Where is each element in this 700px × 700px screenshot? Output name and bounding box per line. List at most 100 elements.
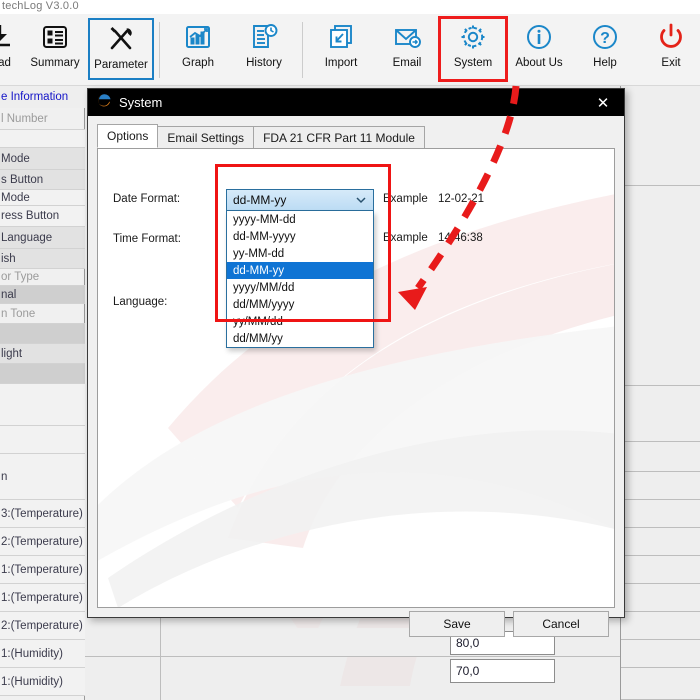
download-icon (0, 18, 15, 56)
grid-value-row[interactable] (621, 640, 700, 668)
toolbar-item-about-us[interactable]: About Us (506, 18, 572, 80)
grid-value-row[interactable] (621, 386, 700, 442)
grid-label-row[interactable]: 1:(Humidity) (0, 640, 85, 668)
grid-label-column: e Information l Number Mode s Button Mode res… (0, 86, 85, 700)
tab-email-settings[interactable]: Email Settings (157, 126, 255, 148)
label-time-example: Example (383, 232, 428, 244)
close-icon[interactable]: ✕ (582, 89, 624, 116)
toolbar-item-graph[interactable]: Graph (165, 18, 231, 80)
grid-label-row[interactable]: Language (0, 227, 85, 249)
grid-label-row[interactable]: 2:(Temperature) (0, 612, 85, 640)
tab-fda-module[interactable]: FDA 21 CFR Part 11 Module (253, 126, 425, 148)
grid-label-row[interactable]: s Button (0, 170, 85, 190)
toolbar-label-history: History (246, 57, 282, 69)
parameter-icon (106, 20, 136, 58)
option-dd-MM-yyyy[interactable]: dd-MM-yyyy (227, 228, 373, 245)
date-format-combobox[interactable]: dd-MM-yy (226, 189, 374, 211)
toolbar-label-about-us: About Us (515, 57, 563, 69)
dialog-title: System (119, 95, 163, 110)
grid-label-row[interactable]: ish (0, 249, 85, 269)
grid-label-row[interactable] (0, 364, 85, 384)
history-icon (249, 18, 279, 56)
grid-label-row[interactable] (0, 324, 85, 344)
label-time-format: Time Format: (113, 233, 181, 245)
option-yy-MM-dd[interactable]: yy-MM-dd (227, 245, 373, 262)
toolbar-label-email: Email (392, 57, 422, 69)
toolbar-item-import[interactable]: Import (308, 18, 374, 80)
option-yy-slash-MM-dd[interactable]: yy/MM/dd (227, 313, 373, 330)
grid-label-row[interactable] (0, 426, 85, 454)
power-icon (656, 18, 686, 56)
app-title: techLog V3.0.0 (2, 0, 79, 12)
dialog-body: Options Email Settings FDA 21 CFR Part 1… (88, 116, 624, 637)
cancel-button[interactable]: Cancel (513, 611, 609, 637)
grid-cell-divider (160, 606, 161, 700)
toolbar-item-email[interactable]: Email (374, 18, 440, 80)
toolbar-label-graph: Graph (182, 57, 214, 69)
tab-options[interactable]: Options (97, 124, 159, 148)
label-language: Language: (113, 296, 168, 308)
grid-label-row[interactable]: 3:(Temperature) (0, 500, 85, 528)
grid-value-row[interactable] (621, 612, 700, 640)
summary-icon (40, 18, 70, 56)
label-date-example: Example (383, 193, 428, 205)
option-yyyy-MM-dd[interactable]: yyyy-MM-dd (227, 211, 373, 228)
grid-value-row[interactable] (621, 442, 700, 472)
grid-label-row[interactable]: nal (0, 286, 85, 304)
grid-label-row[interactable]: e Information (0, 86, 85, 108)
grid-value-row[interactable] (621, 500, 700, 528)
grid-label-row[interactable] (0, 130, 85, 148)
option-dd-MM-yy[interactable]: dd-MM-yy (227, 262, 373, 279)
toolbar-item-system[interactable]: System (438, 16, 508, 82)
toolbar-item-download[interactable]: load (0, 18, 22, 80)
grid-label-row[interactable]: 1:(Temperature) (0, 556, 85, 584)
chevron-down-icon[interactable] (355, 194, 367, 206)
email-icon (392, 18, 422, 56)
grid-label-row[interactable] (0, 384, 85, 426)
toolbar-item-exit[interactable]: Exit (638, 18, 700, 80)
grid-value-row[interactable] (621, 472, 700, 500)
grid-label-row[interactable]: light (0, 344, 85, 364)
grid-value-row[interactable] (621, 584, 700, 612)
grid-label-row[interactable]: n Tone (0, 304, 85, 324)
value-date-example: 12-02-21 (438, 193, 485, 205)
grid-label-row[interactable]: or Type (0, 269, 85, 286)
date-format-combobox-value: dd-MM-yy (233, 193, 287, 207)
option-dd-slash-MM-yyyy[interactable]: dd/MM/yyyy (227, 296, 373, 313)
toolbar-label-help: Help (593, 57, 617, 69)
grid-label-row[interactable]: l Number (0, 108, 85, 130)
toolbar-divider-2 (302, 22, 303, 78)
grid-label-row[interactable]: Mode (0, 148, 85, 170)
toolbar-label-import: Import (324, 57, 358, 69)
label-date-format: Date Format: (113, 193, 181, 205)
toolbar-item-summary[interactable]: Summary (22, 18, 88, 80)
toolbar-item-parameter[interactable]: Parameter (88, 18, 154, 80)
toolbar-label-parameter: Parameter (94, 59, 148, 71)
toolbar-item-help[interactable]: ? Help (572, 18, 638, 80)
date-format-options-list[interactable]: yyyy-MM-dd dd-MM-yyyy yy-MM-dd dd-MM-yy … (226, 211, 374, 348)
grid-label-row[interactable]: 1:(Humidity) (0, 668, 85, 696)
grid-label-row[interactable]: 2:(Temperature) (0, 528, 85, 556)
e-logo-icon (96, 92, 112, 113)
options-tab-panel: Date Format: Time Format: Language: Exam… (97, 148, 615, 608)
grid-value-row[interactable] (621, 528, 700, 556)
grid-value-row[interactable] (621, 668, 700, 700)
toolbar-divider-1 (159, 22, 160, 78)
grid-label-row[interactable]: 1:(Temperature) (0, 584, 85, 612)
grid-label-row[interactable]: Mode (0, 190, 85, 206)
toolbar-item-history[interactable]: History (231, 18, 297, 80)
option-dd-slash-MM-yy[interactable]: dd/MM/yy (227, 330, 373, 347)
grid-label-row[interactable]: n (0, 454, 85, 500)
save-button[interactable]: Save (409, 611, 505, 637)
grid-value-row[interactable] (621, 556, 700, 584)
dialog-titlebar[interactable]: System ✕ (88, 89, 624, 116)
grid-label-row[interactable]: ress Button (0, 206, 85, 227)
grid-value-row[interactable] (621, 86, 700, 186)
value-time-example: 14:46:38 (438, 232, 483, 244)
grid-value-row[interactable] (621, 186, 700, 386)
toolbar-label-summary: Summary (30, 57, 80, 69)
option-yyyy-slash-MM-dd[interactable]: yyyy/MM/dd (227, 279, 373, 296)
main-toolbar: load Summary Parameter (0, 14, 700, 86)
threshold-field-humidity-2[interactable]: 70,0 (450, 659, 555, 683)
toolbar-label-system: System (453, 57, 493, 69)
